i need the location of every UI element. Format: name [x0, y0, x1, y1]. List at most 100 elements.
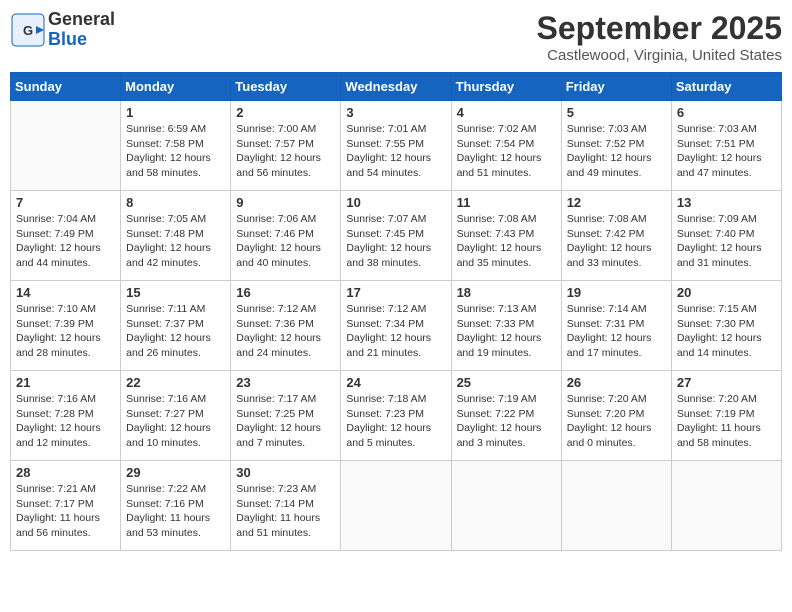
- calendar-day-cell: 15 Sunrise: 7:11 AM Sunset: 7:37 PM Dayli…: [121, 281, 231, 371]
- day-info: Sunrise: 7:16 AM Sunset: 7:27 PM Dayligh…: [126, 392, 225, 451]
- day-number: 17: [346, 285, 445, 300]
- day-number: 12: [567, 195, 666, 210]
- day-info: Sunrise: 7:20 AM Sunset: 7:20 PM Dayligh…: [567, 392, 666, 451]
- day-info: Sunrise: 7:10 AM Sunset: 7:39 PM Dayligh…: [16, 302, 115, 361]
- calendar-day-cell: 5 Sunrise: 7:03 AM Sunset: 7:52 PM Daylig…: [561, 101, 671, 191]
- location-title: Castlewood, Virginia, United States: [537, 47, 782, 64]
- day-info: Sunrise: 7:16 AM Sunset: 7:28 PM Dayligh…: [16, 392, 115, 451]
- day-info: Sunrise: 7:06 AM Sunset: 7:46 PM Dayligh…: [236, 212, 335, 271]
- day-number: 11: [457, 195, 556, 210]
- day-info: Sunrise: 7:14 AM Sunset: 7:31 PM Dayligh…: [567, 302, 666, 361]
- day-info: Sunrise: 6:59 AM Sunset: 7:58 PM Dayligh…: [126, 122, 225, 181]
- day-number: 3: [346, 105, 445, 120]
- calendar-day-cell: [671, 461, 781, 551]
- day-info: Sunrise: 7:03 AM Sunset: 7:51 PM Dayligh…: [677, 122, 776, 181]
- day-number: 7: [16, 195, 115, 210]
- calendar-day-cell: 30 Sunrise: 7:23 AM Sunset: 7:14 PM Dayli…: [231, 461, 341, 551]
- calendar-body: 1 Sunrise: 6:59 AM Sunset: 7:58 PM Daylig…: [11, 101, 782, 551]
- calendar-day-cell: 22Sunrise: 7:16 AM Sunset: 7:27 PM Dayli…: [121, 371, 231, 461]
- calendar-day-cell: 27 Sunrise: 7:20 AM Sunset: 7:19 PM Dayli…: [671, 371, 781, 461]
- day-info: Sunrise: 7:13 AM Sunset: 7:33 PM Dayligh…: [457, 302, 556, 361]
- day-number: 19: [567, 285, 666, 300]
- day-number: 8: [126, 195, 225, 210]
- calendar-week-row: 28 Sunrise: 7:21 AM Sunset: 7:17 PM Dayli…: [11, 461, 782, 551]
- day-info: Sunrise: 7:17 AM Sunset: 7:25 PM Dayligh…: [236, 392, 335, 451]
- calendar-table: SundayMondayTuesdayWednesdayThursdayFrid…: [10, 72, 782, 551]
- day-info: Sunrise: 7:23 AM Sunset: 7:14 PM Dayligh…: [236, 482, 335, 541]
- logo-general: General: [48, 10, 115, 30]
- day-number: 2: [236, 105, 335, 120]
- month-title: September 2025: [537, 10, 782, 47]
- calendar-day-cell: 28 Sunrise: 7:21 AM Sunset: 7:17 PM Dayli…: [11, 461, 121, 551]
- calendar-day-cell: 24 Sunrise: 7:18 AM Sunset: 7:23 PM Dayli…: [341, 371, 451, 461]
- day-number: 28: [16, 465, 115, 480]
- day-number: 13: [677, 195, 776, 210]
- calendar-day-cell: 26 Sunrise: 7:20 AM Sunset: 7:20 PM Dayli…: [561, 371, 671, 461]
- calendar-day-cell: 2 Sunrise: 7:00 AM Sunset: 7:57 PM Daylig…: [231, 101, 341, 191]
- day-info: Sunrise: 7:03 AM Sunset: 7:52 PM Dayligh…: [567, 122, 666, 181]
- day-number: 27: [677, 375, 776, 390]
- day-info: Sunrise: 7:11 AM Sunset: 7:37 PM Dayligh…: [126, 302, 225, 361]
- calendar-day-cell: 8 Sunrise: 7:05 AM Sunset: 7:48 PM Daylig…: [121, 191, 231, 281]
- calendar-week-row: 14 Sunrise: 7:10 AM Sunset: 7:39 PM Dayli…: [11, 281, 782, 371]
- logo: G General Blue: [10, 10, 115, 50]
- calendar-day-cell: 13 Sunrise: 7:09 AM Sunset: 7:40 PM Dayli…: [671, 191, 781, 281]
- day-number: 14: [16, 285, 115, 300]
- calendar-day-cell: 4Sunrise: 7:02 AM Sunset: 7:54 PM Daylig…: [451, 101, 561, 191]
- title-area: September 2025 Castlewood, Virginia, Uni…: [537, 10, 782, 64]
- day-info: Sunrise: 7:22 AM Sunset: 7:16 PM Dayligh…: [126, 482, 225, 541]
- header: G General Blue September 2025 Castlewood…: [10, 10, 782, 64]
- day-number: 9: [236, 195, 335, 210]
- weekday-header-cell: Thursday: [451, 73, 561, 101]
- calendar-day-cell: [341, 461, 451, 551]
- calendar-day-cell: [561, 461, 671, 551]
- day-number: 23: [236, 375, 335, 390]
- day-info: Sunrise: 7:15 AM Sunset: 7:30 PM Dayligh…: [677, 302, 776, 361]
- calendar-day-cell: 7 Sunrise: 7:04 AM Sunset: 7:49 PM Daylig…: [11, 191, 121, 281]
- calendar-day-cell: 3 Sunrise: 7:01 AM Sunset: 7:55 PM Daylig…: [341, 101, 451, 191]
- day-number: 5: [567, 105, 666, 120]
- day-info: Sunrise: 7:18 AM Sunset: 7:23 PM Dayligh…: [346, 392, 445, 451]
- calendar-day-cell: 9 Sunrise: 7:06 AM Sunset: 7:46 PM Daylig…: [231, 191, 341, 281]
- calendar-day-cell: 11Sunrise: 7:08 AM Sunset: 7:43 PM Dayli…: [451, 191, 561, 281]
- day-info: Sunrise: 7:21 AM Sunset: 7:17 PM Dayligh…: [16, 482, 115, 541]
- svg-text:G: G: [23, 23, 33, 38]
- day-info: Sunrise: 7:12 AM Sunset: 7:34 PM Dayligh…: [346, 302, 445, 361]
- calendar-day-cell: [451, 461, 561, 551]
- logo-icon: G: [10, 12, 46, 48]
- day-info: Sunrise: 7:01 AM Sunset: 7:55 PM Dayligh…: [346, 122, 445, 181]
- calendar-week-row: 21 Sunrise: 7:16 AM Sunset: 7:28 PM Dayli…: [11, 371, 782, 461]
- day-number: 21: [16, 375, 115, 390]
- day-info: Sunrise: 7:04 AM Sunset: 7:49 PM Dayligh…: [16, 212, 115, 271]
- calendar-day-cell: 29 Sunrise: 7:22 AM Sunset: 7:16 PM Dayli…: [121, 461, 231, 551]
- day-number: 6: [677, 105, 776, 120]
- calendar-week-row: 1 Sunrise: 6:59 AM Sunset: 7:58 PM Daylig…: [11, 101, 782, 191]
- day-info: Sunrise: 7:00 AM Sunset: 7:57 PM Dayligh…: [236, 122, 335, 181]
- day-number: 30: [236, 465, 335, 480]
- weekday-header-cell: Tuesday: [231, 73, 341, 101]
- weekday-header-cell: Wednesday: [341, 73, 451, 101]
- calendar-day-cell: 25Sunrise: 7:19 AM Sunset: 7:22 PM Dayli…: [451, 371, 561, 461]
- day-info: Sunrise: 7:02 AM Sunset: 7:54 PM Dayligh…: [457, 122, 556, 181]
- day-number: 1: [126, 105, 225, 120]
- day-number: 24: [346, 375, 445, 390]
- calendar-day-cell: 16Sunrise: 7:12 AM Sunset: 7:36 PM Dayli…: [231, 281, 341, 371]
- day-number: 25: [457, 375, 556, 390]
- calendar-day-cell: 18 Sunrise: 7:13 AM Sunset: 7:33 PM Dayli…: [451, 281, 561, 371]
- day-number: 26: [567, 375, 666, 390]
- day-number: 15: [126, 285, 225, 300]
- calendar-day-cell: 19 Sunrise: 7:14 AM Sunset: 7:31 PM Dayli…: [561, 281, 671, 371]
- calendar-week-row: 7 Sunrise: 7:04 AM Sunset: 7:49 PM Daylig…: [11, 191, 782, 281]
- day-info: Sunrise: 7:09 AM Sunset: 7:40 PM Dayligh…: [677, 212, 776, 271]
- day-info: Sunrise: 7:05 AM Sunset: 7:48 PM Dayligh…: [126, 212, 225, 271]
- calendar-day-cell: [11, 101, 121, 191]
- day-info: Sunrise: 7:20 AM Sunset: 7:19 PM Dayligh…: [677, 392, 776, 451]
- weekday-header-row: SundayMondayTuesdayWednesdayThursdayFrid…: [11, 73, 782, 101]
- day-number: 29: [126, 465, 225, 480]
- logo-blue: Blue: [48, 30, 115, 50]
- day-number: 20: [677, 285, 776, 300]
- day-info: Sunrise: 7:07 AM Sunset: 7:45 PM Dayligh…: [346, 212, 445, 271]
- day-number: 18: [457, 285, 556, 300]
- calendar-day-cell: 17 Sunrise: 7:12 AM Sunset: 7:34 PM Dayli…: [341, 281, 451, 371]
- weekday-header-cell: Friday: [561, 73, 671, 101]
